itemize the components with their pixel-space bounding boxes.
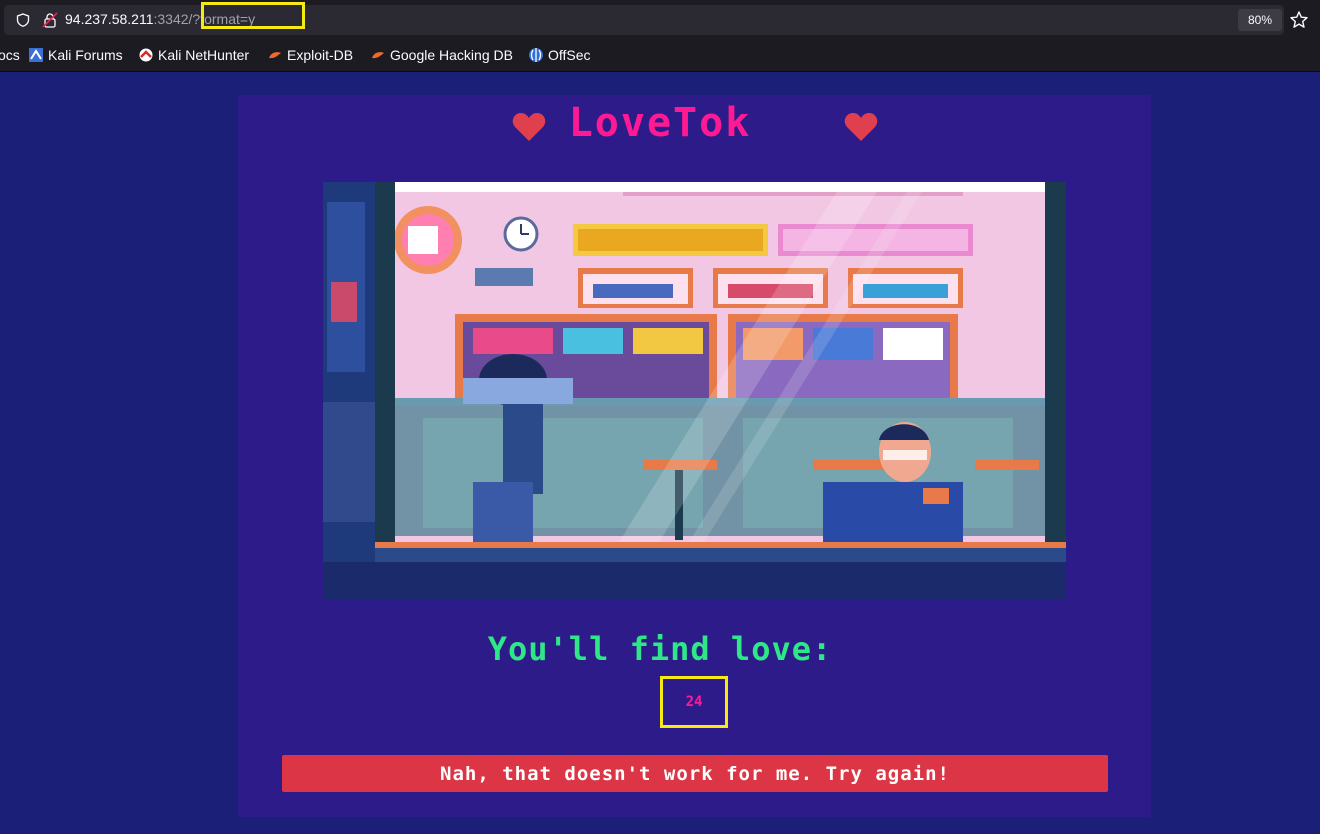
bookmark-kali-forums[interactable]: Kali Forums	[28, 47, 123, 63]
bookmarks-toolbar: ocs Kali Forums Kali NetHunter Exploit-D…	[0, 40, 1320, 72]
bookmark-label: ocs	[0, 47, 20, 63]
offsec-icon	[529, 48, 543, 62]
bookmark-docs[interactable]: ocs	[0, 47, 20, 63]
bookmark-label: Kali NetHunter	[158, 47, 250, 63]
bookmark-label: Exploit-DB	[287, 47, 354, 63]
bookmark-exploit-db[interactable]: Exploit-DB	[267, 47, 353, 63]
result-highlight-annotation: 24	[660, 676, 728, 728]
kali-forums-icon	[29, 48, 43, 62]
page-title: LoveTok	[568, 100, 752, 146]
address-bar[interactable]: 94.237.58.211:3342/?format=y 80%	[4, 2, 1284, 35]
kali-nethunter-icon	[139, 48, 153, 62]
bookmark-kali-nethunter[interactable]: Kali NetHunter	[138, 47, 249, 63]
ghdb-icon	[372, 52, 384, 59]
shield-icon[interactable]	[16, 13, 30, 27]
result-heading: You'll find love:	[487, 630, 833, 668]
insecure-lock-icon[interactable]	[42, 12, 58, 28]
bookmark-label: OffSec	[548, 47, 591, 63]
bookmark-label: Google Hacking DB	[390, 47, 513, 63]
bookmark-label: Kali Forums	[48, 47, 123, 63]
try-again-button[interactable]: Nah, that doesn't work for me. Try again…	[282, 755, 1108, 792]
heart-icon	[844, 113, 878, 141]
browser-toolbar: 94.237.58.211:3342/?format=y 80%	[0, 0, 1320, 40]
url-highlight-annotation	[201, 2, 305, 29]
result-value: 24	[685, 694, 703, 710]
bookmark-google-hacking-db[interactable]: Google Hacking DB	[370, 47, 513, 63]
zoom-level-badge[interactable]: 80%	[1238, 9, 1282, 31]
bookmark-offsec[interactable]: OffSec	[528, 47, 591, 63]
bookmark-star-icon[interactable]	[1289, 10, 1309, 30]
exploit-db-icon	[269, 52, 281, 59]
url-port: :3342	[153, 11, 189, 27]
pixel-art-cafe-illustration	[323, 182, 1066, 600]
url-host: 94.237.58.211	[65, 11, 154, 27]
